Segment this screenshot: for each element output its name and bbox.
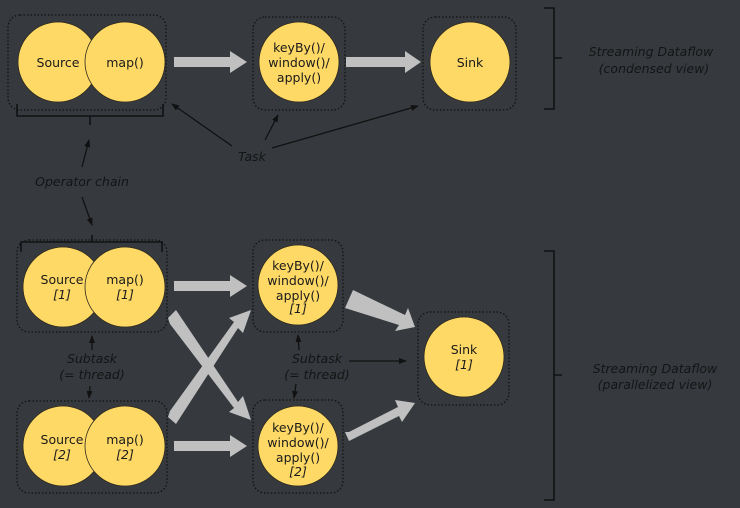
window-2-label-line3: apply() <box>276 450 320 465</box>
sink-1-label: Sink <box>451 342 478 357</box>
condensed-view-label-line1: Streaming Dataflow <box>589 44 714 59</box>
subtask-pointer <box>292 383 298 399</box>
flow-arrow <box>345 400 415 441</box>
operator-chain-brace-bottom <box>20 235 163 252</box>
parallelized-view-label-line1: Streaming Dataflow <box>593 361 718 376</box>
window-1-index: [1] <box>289 301 307 316</box>
window-2-label-line1: keyBy()/ <box>272 420 325 435</box>
flow-arrow <box>345 290 415 331</box>
source-1-label: Source <box>41 272 84 287</box>
flow-arrow <box>174 51 247 73</box>
window-1-label-line2: window()/ <box>267 273 329 288</box>
operator-chain-pointer <box>81 139 91 168</box>
source-2-index: [2] <box>53 447 71 462</box>
window-label-line3: apply() <box>277 70 321 85</box>
map-1-label: map() <box>106 272 144 287</box>
source-label: Source <box>37 55 80 70</box>
source-1-index: [1] <box>53 287 71 302</box>
sink-label: Sink <box>457 55 484 70</box>
subtask-pointer <box>86 385 93 399</box>
window-2-index: [2] <box>289 464 307 479</box>
operator-chain-annotation: Operator chain <box>35 174 129 189</box>
parallelized-view-label-line2: (parallelized view) <box>598 377 713 392</box>
flow-arrow <box>174 275 247 297</box>
parallelized-view-brace <box>544 250 562 501</box>
source-2-label: Source <box>41 432 84 447</box>
task-annotation: Task <box>238 149 266 164</box>
dataflow-diagram: Source map() keyBy()/ window()/ apply() … <box>7 7 718 501</box>
map-2-label: map() <box>106 432 144 447</box>
operator-chain-brace-top <box>16 104 164 125</box>
task-pointer <box>271 105 419 149</box>
subtask-annotation-left-line1: Subtask <box>67 351 118 366</box>
window-label-line2: window()/ <box>268 55 330 70</box>
subtask-annotation-left-line2: (= thread) <box>59 367 124 382</box>
flow-arrow <box>174 435 247 457</box>
window-1-label-line1: keyBy()/ <box>272 258 325 273</box>
window-2-label-line2: window()/ <box>267 435 329 450</box>
map-1-index: [1] <box>116 287 134 302</box>
subtask-pointer <box>295 334 302 351</box>
condensed-view-brace <box>544 7 562 110</box>
sink-1-index: [1] <box>455 357 473 372</box>
window-label-line1: keyBy()/ <box>273 40 326 55</box>
task-pointer <box>264 114 279 141</box>
subtask-annotation-middle-line1: Subtask <box>292 351 343 366</box>
task-pointer <box>171 103 233 147</box>
flow-arrow <box>346 51 421 73</box>
operator-chain-pointer <box>81 196 93 226</box>
map-label: map() <box>106 55 144 70</box>
subtask-annotation-middle-line2: (= thread) <box>284 367 349 382</box>
map-2-index: [2] <box>116 447 134 462</box>
condensed-view-label-line2: (condensed view) <box>599 61 710 76</box>
